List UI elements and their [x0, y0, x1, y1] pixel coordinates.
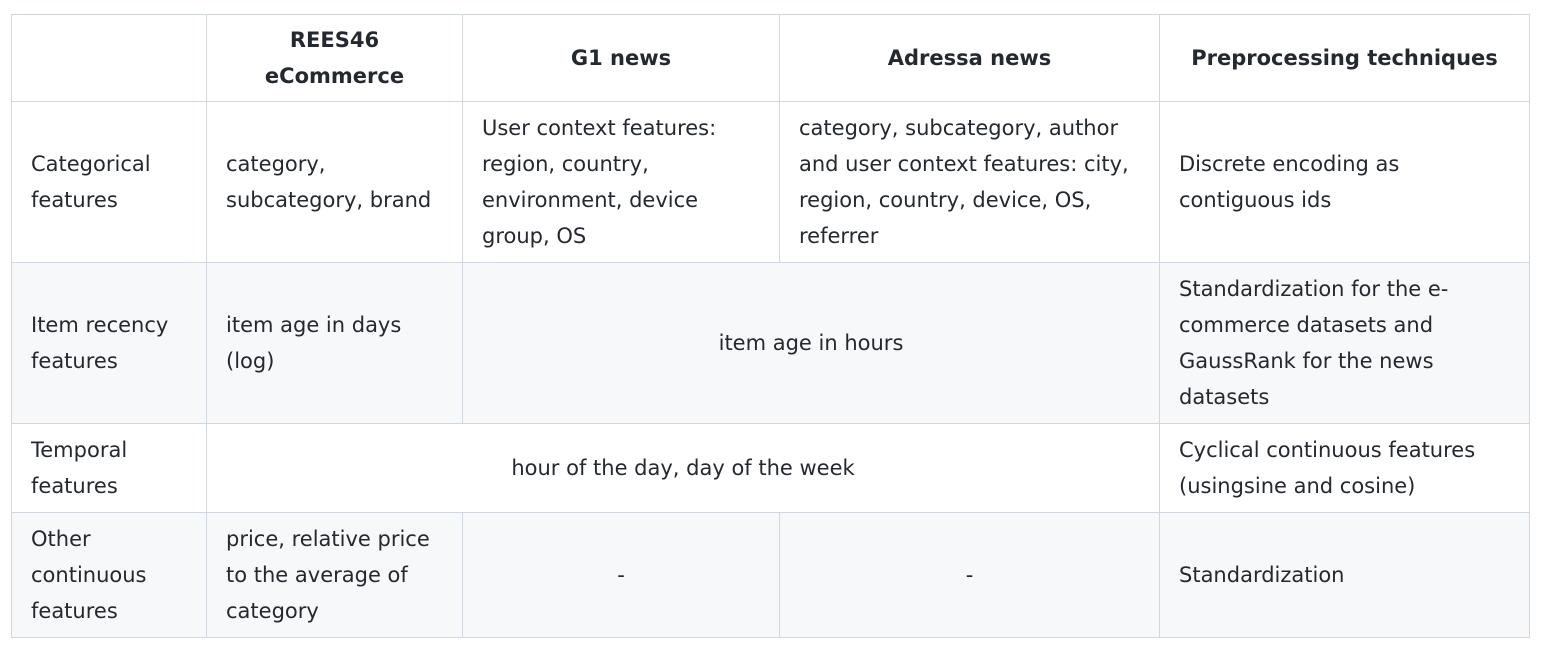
cell-technique: Discrete encoding as contiguous ids [1159, 101, 1530, 263]
header-rees46: REES46 eCommerce [206, 14, 463, 102]
cell-technique: Standardization for the e-commerce datas… [1159, 262, 1530, 424]
row-label: Temporal features [11, 423, 207, 513]
header-preprocessing: Preprocessing techniques [1159, 14, 1530, 102]
cell-all-merged: hour of the day, day of the week [206, 423, 1160, 513]
features-table: REES46 eCommerce G1 news Adressa news Pr… [11, 14, 1530, 638]
header-g1-news: G1 news [462, 14, 780, 102]
cell-g1: - [462, 512, 780, 638]
cell-rees46: item age in days (log) [206, 262, 463, 424]
cell-rees46: price, relative price to the average of … [206, 512, 463, 638]
header-adressa-news: Adressa news [779, 14, 1160, 102]
header-empty [11, 14, 207, 102]
table-row: Temporal features hour of the day, day o… [11, 423, 1530, 513]
row-label: Other continuous features [11, 512, 207, 638]
cell-technique: Cyclical continuous features (usingsine … [1159, 423, 1530, 513]
cell-adressa: category, subcategory, author and user c… [779, 101, 1160, 263]
cell-adressa: - [779, 512, 1160, 638]
cell-technique: Standardization [1159, 512, 1530, 638]
table-row: Item recency features item age in days (… [11, 262, 1530, 424]
cell-news-merged: item age in hours [462, 262, 1160, 424]
features-table-container: REES46 eCommerce G1 news Adressa news Pr… [11, 14, 1530, 638]
row-label: Categorical features [11, 101, 207, 263]
table-row: Other continuous features price, relativ… [11, 512, 1530, 638]
cell-rees46: category, subcategory, brand [206, 101, 463, 263]
table-row: Categorical features category, subcatego… [11, 101, 1530, 263]
header-row: REES46 eCommerce G1 news Adressa news Pr… [11, 14, 1530, 102]
row-label: Item recency features [11, 262, 207, 424]
cell-g1: User context features: region, country, … [462, 101, 780, 263]
